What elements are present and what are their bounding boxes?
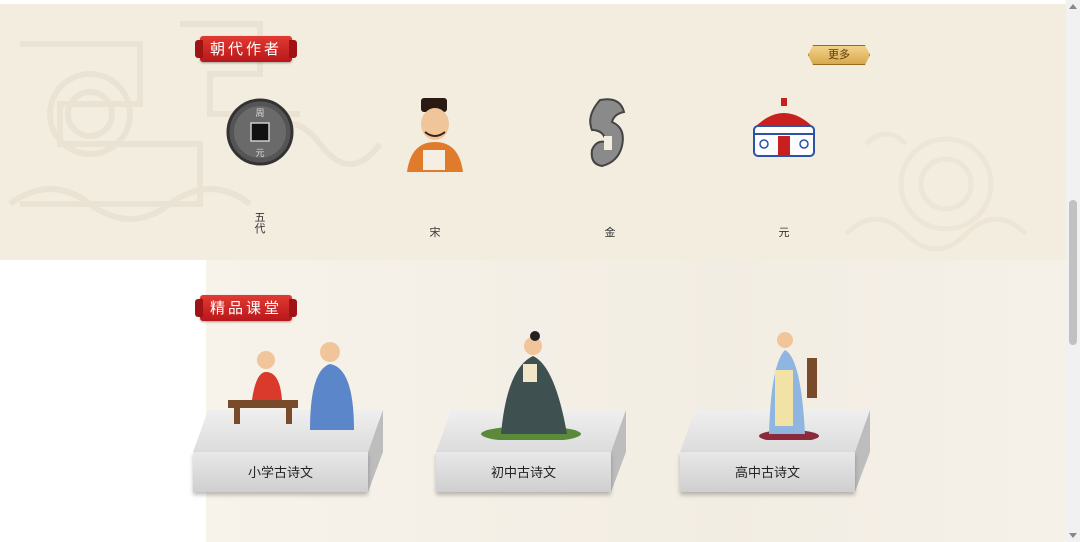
scroll-down-arrow-icon[interactable] bbox=[1069, 533, 1077, 538]
cloud-pattern-decoration-right bbox=[844, 131, 1028, 252]
course-label: 高中古诗文 bbox=[734, 466, 800, 481]
seated-lady-icon bbox=[481, 331, 581, 440]
teacher-student-icon bbox=[228, 342, 354, 430]
scrollbar-thumb[interactable] bbox=[1069, 200, 1077, 345]
course-label: 初中古诗文 bbox=[490, 466, 556, 481]
svg-text:元: 元 bbox=[255, 149, 264, 159]
course-card-primary[interactable]: 小学古诗文 bbox=[193, 330, 383, 500]
dynasty-label: 宋 bbox=[429, 226, 441, 239]
dynasty-authors-section: 朝代作者 更多 周 元 五代 宋 金 元 bbox=[0, 4, 1066, 260]
more-button[interactable]: 更多 bbox=[808, 45, 870, 65]
dynasty-item-wudai[interactable]: 周 元 五代 bbox=[200, 92, 320, 242]
dynasty-label: 金 bbox=[604, 226, 616, 239]
jade-dragon-icon bbox=[589, 98, 626, 168]
dynasty-label: 元 bbox=[778, 226, 790, 239]
yurt-icon bbox=[753, 98, 815, 157]
course-card-senior[interactable]: 高中古诗文 bbox=[680, 330, 870, 500]
dynasty-item-yuan[interactable]: 元 bbox=[724, 92, 844, 242]
dynasty-label: 五代 bbox=[254, 211, 266, 235]
coin-icon: 周 元 bbox=[226, 98, 294, 166]
scroll-up-arrow-icon[interactable] bbox=[1069, 4, 1077, 9]
song-scholar-icon bbox=[407, 98, 463, 172]
vertical-scrollbar[interactable] bbox=[1066, 0, 1080, 542]
standing-scholar-icon bbox=[759, 332, 819, 440]
dynasty-item-jin[interactable]: 金 bbox=[550, 92, 670, 242]
course-label: 小学古诗文 bbox=[247, 466, 313, 481]
course-card-junior[interactable]: 初中古诗文 bbox=[436, 330, 626, 500]
section-title-premium-classroom: 精品课堂 bbox=[194, 295, 298, 321]
svg-text:周: 周 bbox=[255, 108, 264, 119]
dynasty-item-song[interactable]: 宋 bbox=[375, 92, 495, 242]
section-title-dynasty-authors: 朝代作者 bbox=[194, 36, 298, 62]
